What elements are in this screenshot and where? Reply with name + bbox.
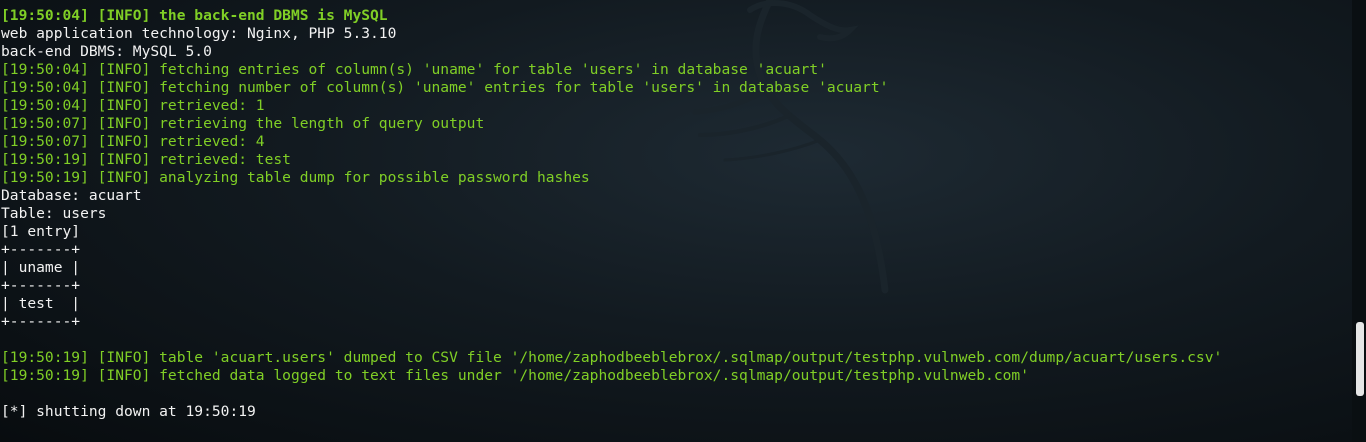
- scrollbar-thumb[interactable]: [1356, 322, 1364, 396]
- terminal-line: [*] shutting down at 19:50:19: [1, 403, 256, 420]
- terminal-line: [19:50:04] [INFO] fetching entries of co…: [1, 61, 827, 78]
- terminal-line: [19:50:19] [INFO] table 'acuart.users' d…: [1, 349, 1223, 366]
- terminal-line: [19:50:04] [INFO] the back-end DBMS is M…: [1, 7, 388, 24]
- terminal-line: [19:50:19] [INFO] analyzing table dump f…: [1, 169, 590, 186]
- terminal-line: Database: acuart: [1, 187, 142, 204]
- terminal-line: Table: users: [1, 205, 107, 222]
- terminal-line: [19:50:07] [INFO] retrieved: 4: [1, 133, 265, 150]
- terminal-line: [19:50:19] [INFO] retrieved: test: [1, 151, 291, 168]
- terminal-line: +-------+: [1, 241, 81, 258]
- terminal-line: web application technology: Nginx, PHP 5…: [1, 25, 397, 42]
- terminal-window[interactable]: [19:50:04] [INFO] the back-end DBMS is M…: [0, 0, 1366, 442]
- terminal-line: [19:50:04] [INFO] retrieved: 1: [1, 97, 265, 114]
- terminal-line: | uname |: [1, 259, 81, 276]
- terminal-line: [19:50:19] [INFO] fetched data logged to…: [1, 367, 1029, 384]
- terminal-output: [19:50:04] [INFO] the back-end DBMS is M…: [1, 7, 1222, 421]
- terminal-line: +-------+: [1, 313, 81, 330]
- terminal-line: +-------+: [1, 277, 81, 294]
- terminal-line: | test |: [1, 295, 81, 312]
- terminal-line: [1 entry]: [1, 223, 81, 240]
- terminal-line: [19:50:07] [INFO] retrieving the length …: [1, 115, 485, 132]
- terminal-line: [19:50:04] [INFO] fetching number of col…: [1, 79, 889, 96]
- vertical-scrollbar[interactable]: [1352, 0, 1366, 442]
- terminal-line: back-end DBMS: MySQL 5.0: [1, 43, 212, 60]
